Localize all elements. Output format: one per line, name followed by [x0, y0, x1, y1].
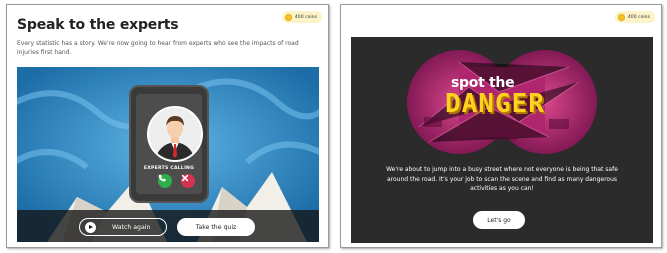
phone-screen: EXPERTS CALLING [136, 94, 203, 194]
spot-the-danger-hero: spot the DANGER [399, 47, 605, 157]
coin-icon [284, 13, 292, 21]
coin-balance: 400 coins [614, 11, 655, 23]
video-player[interactable]: EXPERTS CALLING Watch again Take the qui… [17, 67, 319, 242]
phone-illustration: EXPERTS CALLING [129, 85, 209, 203]
watch-again-button[interactable]: Watch again [79, 218, 167, 236]
coin-balance: 400 coins [281, 11, 322, 23]
play-icon [85, 221, 96, 233]
phone-handset-icon [158, 174, 166, 182]
watch-again-label: Watch again [112, 223, 151, 231]
close-icon [181, 174, 189, 182]
lets-go-button[interactable]: Let's go [473, 211, 525, 229]
coin-count: 400 coins [294, 14, 317, 20]
spot-the-danger-screen: 400 coins spot the DANGER We're about to… [340, 4, 662, 248]
take-quiz-button[interactable]: Take the quiz [177, 218, 255, 236]
phone-accept-icon[interactable] [158, 174, 172, 188]
game-intro-panel: spot the DANGER We're about to jump into… [351, 37, 653, 243]
hero-title-line2: DANGER [445, 89, 545, 119]
coin-count: 400 coins [627, 14, 650, 20]
game-description: We're about to jump into a busy street w… [386, 166, 618, 192]
decline-call-button[interactable] [181, 174, 195, 188]
page-title: Speak to the experts [17, 17, 179, 33]
intro-text: Every statistic has a story. We're now g… [17, 40, 299, 56]
expert-avatar [147, 106, 203, 162]
coin-icon [617, 13, 625, 21]
caller-label: EXPERTS CALLING [143, 166, 195, 171]
video-control-bar: Watch again Take the quiz [17, 210, 319, 242]
businessman-icon [149, 108, 201, 160]
speak-to-experts-screen: 400 coins Speak to the experts Every sta… [6, 4, 329, 248]
